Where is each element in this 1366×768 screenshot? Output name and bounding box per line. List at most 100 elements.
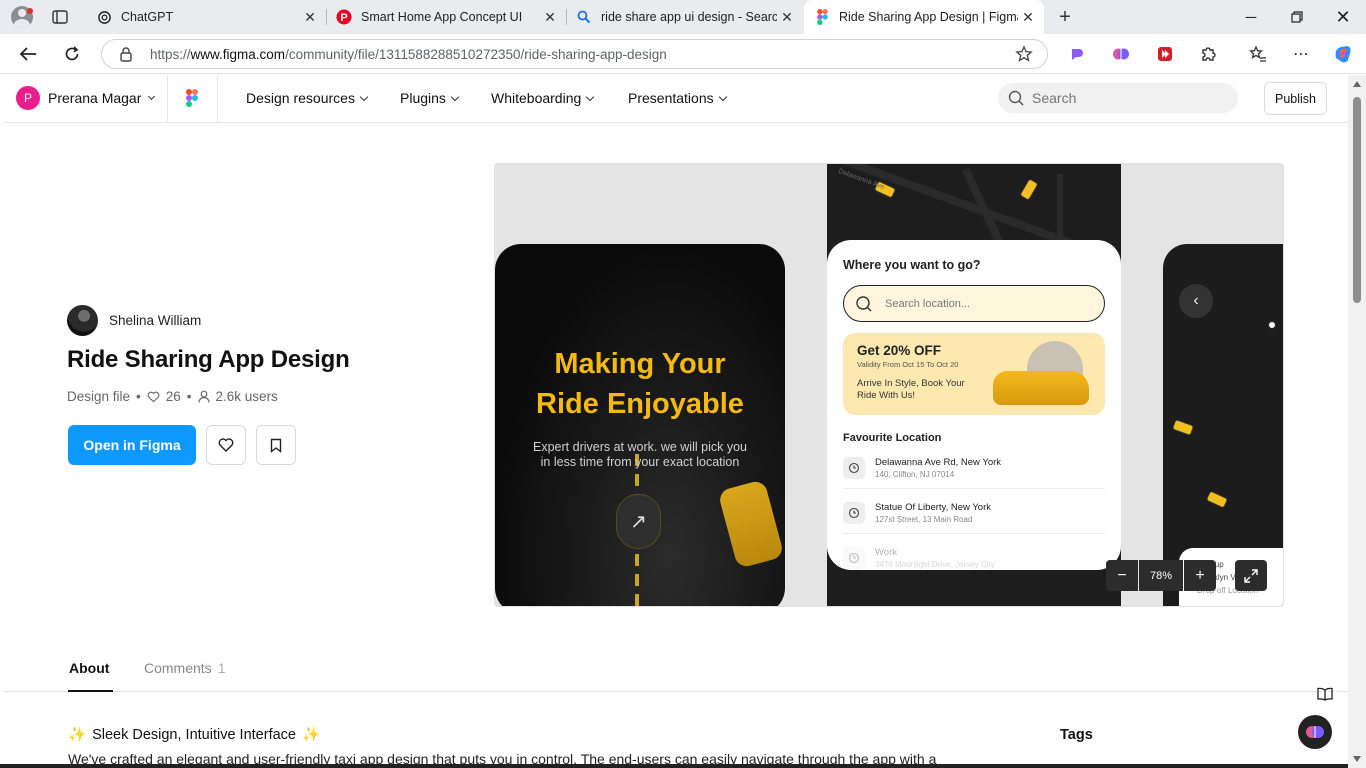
chatgpt-icon <box>96 9 112 25</box>
user-menu[interactable]: P Prerana Magar <box>16 86 156 110</box>
scroll-down-arrow-icon[interactable] <box>1353 756 1361 762</box>
menu-label: Presentations <box>628 90 714 106</box>
file-preview-image[interactable]: Making Your Ride Enjoyable Expert driver… <box>494 163 1284 607</box>
zoom-in-button[interactable]: + <box>1184 560 1216 591</box>
zoom-level: 78% <box>1139 560 1183 591</box>
menu-plugins[interactable]: Plugins <box>400 90 460 106</box>
restore-button[interactable] <box>1274 0 1320 34</box>
file-title: Ride Sharing App Design <box>67 346 350 373</box>
sparkles-icon: ✨ <box>301 727 321 743</box>
site-info-icon[interactable] <box>118 46 134 67</box>
url-text: https://www.figma.com/community/file/131… <box>150 47 667 62</box>
tab-label: ChatGPT <box>121 10 174 24</box>
active-tab-indicator <box>68 690 113 692</box>
meta-separator: • <box>136 389 141 404</box>
search-input[interactable] <box>1032 90 1212 106</box>
close-icon[interactable]: ✕ <box>300 7 320 27</box>
copilot-icon[interactable] <box>1332 43 1354 65</box>
bookmark-button[interactable] <box>256 425 296 465</box>
restore-icon <box>1291 11 1303 23</box>
tab-chatgpt[interactable]: ChatGPT ✕ <box>86 0 326 34</box>
taskbar-edge <box>0 764 1348 768</box>
page-scrollbar[interactable] <box>1348 75 1366 768</box>
tab-pinterest[interactable]: P Smart Home App Concept UI ✕ <box>326 0 566 34</box>
tab-label: Smart Home App Concept UI <box>361 10 523 24</box>
location-address: 3470 Moonlight Drive, Jersey City <box>875 560 995 569</box>
user-name: Prerana Magar <box>48 90 142 106</box>
menu-label: Design resources <box>246 90 355 106</box>
author-avatar <box>67 305 98 336</box>
fullscreen-button[interactable] <box>1235 560 1267 591</box>
tab-actions-icon <box>52 10 68 24</box>
promo-banner: Get 20% OFF Validity From Oct 15 To Oct … <box>843 333 1105 415</box>
notification-dot <box>27 8 33 14</box>
chevron-down-icon <box>586 92 595 101</box>
promo-description: Arrive In Style, Book Your Ride With Us! <box>857 378 965 401</box>
author[interactable]: Shelina William <box>67 305 201 336</box>
destination-card-mockup: Where you want to go? Search location...… <box>827 240 1121 570</box>
tab-label: ride share app ui design - Search <box>601 10 777 24</box>
community-search[interactable] <box>998 83 1238 113</box>
reload-button[interactable] <box>58 40 86 68</box>
tab-figma-active[interactable]: Ride Sharing App Design | Figma ✕ <box>804 0 1044 34</box>
splash-screen-mockup: Making Your Ride Enjoyable Expert driver… <box>495 244 785 606</box>
preview-zoom-controls: − 78% + <box>1106 560 1216 591</box>
user-icon <box>197 390 210 403</box>
scroll-up-arrow-icon[interactable] <box>1353 81 1361 87</box>
close-icon[interactable]: ✕ <box>540 7 560 27</box>
close-window-button[interactable]: ✕ <box>1320 0 1366 34</box>
map-screen-mockup: ‹ Pick-up Brooklyn View Drop-off Locatio… <box>1163 244 1283 606</box>
tab-about[interactable]: About <box>69 660 109 676</box>
browser-profile-button[interactable] <box>8 4 36 30</box>
menu-design-resources[interactable]: Design resources <box>246 90 369 106</box>
like-button[interactable] <box>206 425 246 465</box>
reading-view-icon[interactable] <box>1314 683 1336 705</box>
chevron-down-icon <box>359 92 369 101</box>
tab-comments[interactable]: Comments 1 <box>144 660 225 676</box>
figma-community-page: P Prerana Magar Design resources Plugins… <box>4 75 1348 768</box>
comments-count: 1 <box>217 660 226 676</box>
assistant-brain-icon[interactable] <box>1298 715 1332 749</box>
figma-logo-icon[interactable] <box>186 89 198 112</box>
heart-icon <box>218 438 234 452</box>
users-count: 2.6k users <box>215 389 278 404</box>
new-tab-button[interactable]: + <box>1052 4 1078 30</box>
more-options-icon[interactable]: ⋯ <box>1290 43 1312 65</box>
figma-icon <box>814 9 830 25</box>
open-in-figma-button[interactable]: Open in Figma <box>68 425 196 465</box>
favorites-list-icon[interactable] <box>1247 43 1269 65</box>
tab-search[interactable]: ride share app ui design - Search ✕ <box>566 0 803 34</box>
file-meta: Design file • 26 • 2.6k users <box>67 389 278 404</box>
content-tabs: About Comments 1 <box>4 650 1348 692</box>
heart-icon <box>147 391 160 403</box>
history-clock-icon <box>843 547 865 569</box>
pinterest-icon: P <box>336 9 352 25</box>
close-icon[interactable]: ✕ <box>777 7 797 27</box>
location-address: 140, Clifton, NJ 07014 <box>875 470 955 479</box>
nav-divider <box>217 75 218 122</box>
history-clock-icon <box>843 502 865 524</box>
scrollbar-thumb[interactable] <box>1353 97 1361 303</box>
tags-heading: Tags <box>1060 727 1093 743</box>
url-bar[interactable]: https://www.figma.com/community/file/131… <box>101 39 1048 69</box>
splash-subtext-line: Expert drivers at work. we will pick you <box>533 440 747 454</box>
menu-whiteboarding[interactable]: Whiteboarding <box>491 90 595 106</box>
menu-presentations[interactable]: Presentations <box>628 90 727 106</box>
favourite-location-item: Statue Of Liberty, New York 127st Street,… <box>843 502 1105 534</box>
likes-count: 26 <box>165 389 181 404</box>
extensions-puzzle-icon[interactable] <box>1198 43 1220 65</box>
close-icon[interactable]: ✕ <box>1018 7 1038 27</box>
zoom-out-button[interactable]: − <box>1106 560 1138 591</box>
expand-icon <box>1244 568 1258 583</box>
favorite-star-icon[interactable] <box>1015 45 1033 68</box>
chevron-down-icon <box>718 92 727 101</box>
extension-brain-icon[interactable] <box>1110 43 1132 65</box>
minimize-button[interactable]: ─ <box>1228 0 1274 34</box>
tab-actions-button[interactable] <box>46 5 74 29</box>
back-button[interactable] <box>14 40 42 68</box>
publish-button[interactable]: Publish <box>1264 82 1327 115</box>
nav-divider <box>167 75 168 122</box>
extension-media-icon[interactable] <box>1154 43 1176 65</box>
extension-copilot-design-icon[interactable] <box>1066 43 1088 65</box>
menu-label: Plugins <box>400 90 446 106</box>
